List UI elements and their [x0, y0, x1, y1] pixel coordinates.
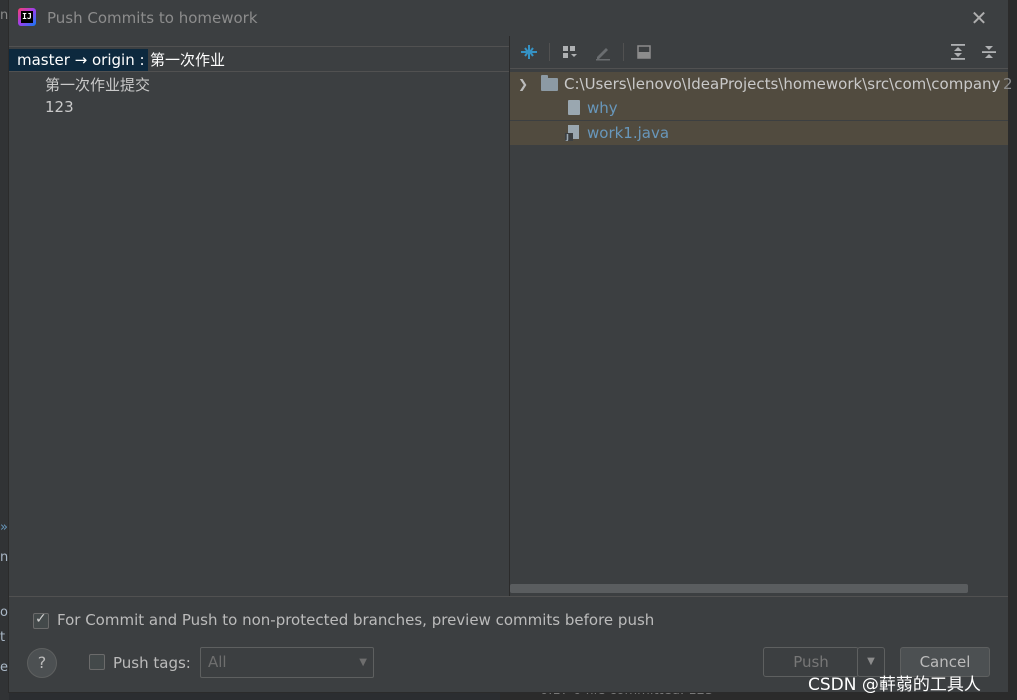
- dialog-title: Push Commits to homework: [47, 9, 258, 27]
- background-text: na: [0, 550, 9, 565]
- toolbar-separator: [623, 43, 624, 61]
- branch-commit-message[interactable]: 第一次作业: [150, 49, 225, 71]
- push-tags-label[interactable]: Push tags:: [113, 654, 191, 672]
- background-text: »: [0, 520, 8, 535]
- background-text: ey: [0, 660, 9, 675]
- background-text: t: [0, 630, 6, 645]
- preview-commits-checkbox[interactable]: ✓: [33, 611, 49, 629]
- text-file-icon: [568, 100, 580, 115]
- file-name: why: [587, 99, 618, 117]
- watermark: CSDN @蓒蒻的工具人: [808, 675, 981, 695]
- folder-icon: [541, 75, 558, 91]
- folder-count: 2: [1003, 75, 1013, 93]
- svg-text:J: J: [565, 133, 569, 141]
- background-text: ne: [0, 8, 9, 23]
- background-ide-right: [1008, 0, 1017, 700]
- edit-icon[interactable]: [593, 42, 613, 62]
- tree-file-row[interactable]: J work1.java: [510, 121, 1008, 145]
- checkmark-icon: ✓: [35, 611, 47, 627]
- collapse-all-icon[interactable]: [979, 42, 999, 62]
- push-tags-select[interactable]: All ▼: [200, 647, 374, 678]
- commits-panel: master → origin : 第一次作业 第一次作业提交 123: [9, 46, 509, 596]
- close-icon[interactable]: ✕: [967, 6, 991, 30]
- commit-item[interactable]: 123: [45, 98, 74, 116]
- help-button[interactable]: ?: [27, 648, 57, 678]
- java-file-icon: J: [565, 125, 581, 142]
- changes-toolbar: [510, 36, 1008, 69]
- push-tags-checkbox[interactable]: [89, 654, 105, 670]
- tree-folder-row[interactable]: ❯ C:\Users\lenovo\IdeaProjects\homework\…: [510, 72, 1013, 96]
- background-text: ou: [0, 605, 9, 620]
- preview-icon[interactable]: [634, 42, 654, 62]
- chevron-down-icon: ▼: [359, 657, 367, 668]
- background-ide-strip: [0, 0, 9, 700]
- tree-file-row[interactable]: why: [510, 96, 1008, 120]
- expand-all-icon[interactable]: [948, 42, 968, 62]
- title-bar: IJ Push Commits to homework ✕: [9, 0, 1008, 36]
- preview-commits-label[interactable]: For Commit and Push to non-protected bra…: [57, 611, 654, 629]
- expand-collapse-icon[interactable]: [519, 42, 539, 62]
- branch-label[interactable]: master → origin :: [9, 49, 148, 71]
- changes-panel: ❯ C:\Users\lenovo\IdeaProjects\homework\…: [510, 36, 1013, 596]
- commit-item[interactable]: 第一次作业提交: [45, 74, 150, 95]
- branch-row[interactable]: master → origin : 第一次作业: [9, 49, 509, 72]
- intellij-app-icon: IJ: [18, 8, 36, 26]
- folder-path: C:\Users\lenovo\IdeaProjects\homework\sr…: [564, 75, 1001, 93]
- push-tags-value: All: [208, 653, 227, 671]
- chevron-down-icon: ▼: [867, 656, 875, 667]
- group-by-icon[interactable]: [560, 42, 580, 62]
- file-name: work1.java: [587, 124, 670, 142]
- bottom-separator: [9, 596, 1008, 597]
- horizontal-scrollbar[interactable]: [510, 584, 968, 593]
- toolbar-separator: [549, 43, 550, 61]
- chevron-down-icon[interactable]: ❯: [518, 72, 528, 96]
- push-commits-dialog: IJ Push Commits to homework ✕ master → o…: [9, 0, 1013, 692]
